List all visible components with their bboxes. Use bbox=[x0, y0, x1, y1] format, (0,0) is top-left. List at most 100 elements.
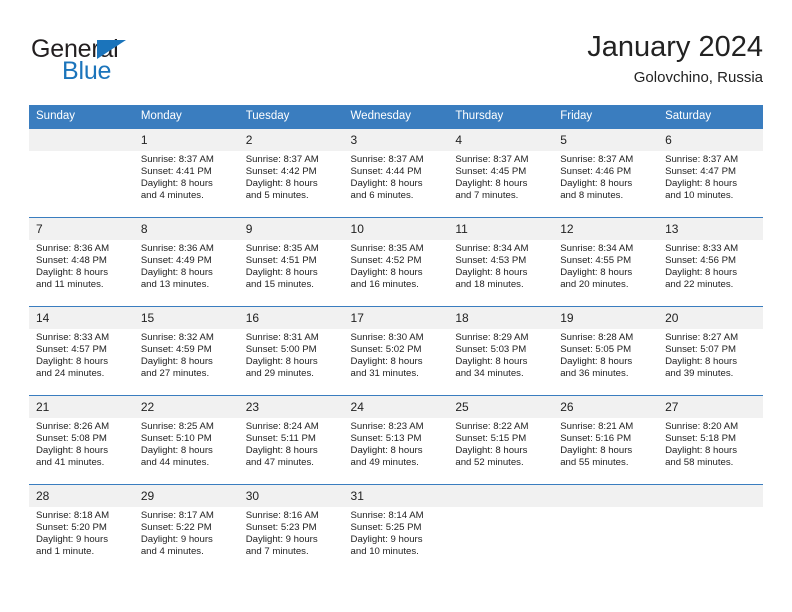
sunset-text: Sunset: 5:03 PM bbox=[455, 344, 527, 356]
general-blue-logo[interactable]: General Blue bbox=[31, 36, 201, 90]
daylight-text-line1: Daylight: 8 hours bbox=[245, 356, 318, 368]
day-number: 22 bbox=[133, 396, 239, 418]
day-number: 2 bbox=[238, 129, 344, 151]
sunset-text: Sunset: 4:57 PM bbox=[36, 344, 107, 356]
calendar-day[interactable]: 26 Sunrise: 8:21 AM Sunset: 5:16 PM Dayligh… bbox=[553, 395, 659, 484]
day-details bbox=[448, 507, 553, 510]
calendar-cell: 28 Sunrise: 8:18 AM Sunset: 5:20 PM Dayligh… bbox=[29, 484, 134, 573]
daylight-text-line1: Daylight: 8 hours bbox=[350, 356, 423, 368]
day-details: Sunrise: 8:20 AM Sunset: 5:18 PM Daylight:… bbox=[658, 418, 763, 469]
day-details: Sunrise: 8:32 AM Sunset: 4:59 PM Daylight:… bbox=[134, 329, 239, 380]
sunset-text: Sunset: 4:56 PM bbox=[665, 255, 736, 267]
daylight-text-line2: and 31 minutes. bbox=[350, 368, 419, 380]
daylight-text-line2: and 29 minutes. bbox=[245, 368, 314, 380]
calendar-cell: 17 Sunrise: 8:30 AM Sunset: 5:02 PM Dayligh… bbox=[343, 306, 449, 395]
day-number: 25 bbox=[448, 396, 554, 418]
calendar-day[interactable]: 5 Sunrise: 8:37 AM Sunset: 4:46 PM Daylight… bbox=[553, 128, 659, 217]
daylight-text-line2: and 1 minute. bbox=[36, 546, 95, 558]
calendar-day[interactable]: 17 Sunrise: 8:30 AM Sunset: 5:02 PM Dayligh… bbox=[343, 306, 449, 395]
sunrise-text: Sunrise: 8:26 AM bbox=[36, 421, 110, 432]
daylight-text-line2: and 11 minutes. bbox=[36, 279, 104, 291]
sunset-text: Sunset: 4:41 PM bbox=[140, 166, 212, 178]
day-number: 28 bbox=[29, 485, 134, 507]
calendar-day[interactable]: 1 Sunrise: 8:37 AM Sunset: 4:41 PM Daylight… bbox=[133, 128, 239, 217]
day-details: Sunrise: 8:27 AM Sunset: 5:07 PM Daylight:… bbox=[658, 329, 763, 380]
calendar-day[interactable]: 27 Sunrise: 8:20 AM Sunset: 5:18 PM Dayligh… bbox=[658, 395, 763, 484]
calendar-day[interactable]: 13 Sunrise: 8:33 AM Sunset: 4:56 PM Dayligh… bbox=[658, 217, 763, 306]
page-subtitle: Golovchino, Russia bbox=[633, 69, 763, 86]
calendar-day[interactable]: 11 Sunrise: 8:34 AM Sunset: 4:53 PM Dayligh… bbox=[448, 217, 554, 306]
calendar-day[interactable]: 16 Sunrise: 8:31 AM Sunset: 5:00 PM Dayligh… bbox=[238, 306, 344, 395]
daylight-text-line2: and 34 minutes. bbox=[455, 368, 524, 380]
weekday-header-friday: Friday bbox=[553, 105, 659, 128]
calendar-week-row: 1 Sunrise: 8:37 AM Sunset: 4:41 PM Daylight… bbox=[29, 128, 763, 217]
calendar-day[interactable]: 28 Sunrise: 8:18 AM Sunset: 5:20 PM Dayligh… bbox=[29, 484, 134, 573]
calendar-cell: 24 Sunrise: 8:23 AM Sunset: 5:13 PM Dayligh… bbox=[343, 395, 449, 484]
calendar-day[interactable]: 31 Sunrise: 8:14 AM Sunset: 5:25 PM Dayligh… bbox=[343, 484, 449, 573]
day-details: Sunrise: 8:29 AM Sunset: 5:03 PM Daylight:… bbox=[448, 329, 553, 380]
daylight-text-line2: and 13 minutes. bbox=[140, 279, 210, 291]
day-number: 7 bbox=[29, 218, 134, 240]
day-number: 19 bbox=[553, 307, 659, 329]
calendar-day[interactable]: 18 Sunrise: 8:29 AM Sunset: 5:03 PM Dayligh… bbox=[448, 306, 554, 395]
calendar-day[interactable]: 2 Sunrise: 8:37 AM Sunset: 4:42 PM Daylight… bbox=[238, 128, 344, 217]
calendar-week-row: 7 Sunrise: 8:36 AM Sunset: 4:48 PM Daylight… bbox=[29, 217, 763, 306]
calendar-day[interactable]: 21 Sunrise: 8:26 AM Sunset: 5:08 PM Dayligh… bbox=[29, 395, 134, 484]
calendar-day-empty bbox=[658, 484, 763, 573]
sunset-text: Sunset: 5:08 PM bbox=[36, 433, 107, 445]
calendar-cell: 18 Sunrise: 8:29 AM Sunset: 5:03 PM Dayligh… bbox=[448, 306, 554, 395]
daylight-text-line1: Daylight: 8 hours bbox=[350, 267, 423, 279]
calendar-cell: 6 Sunrise: 8:37 AM Sunset: 4:47 PM Daylight… bbox=[658, 128, 763, 217]
sunset-text: Sunset: 4:42 PM bbox=[245, 166, 317, 178]
calendar-cell bbox=[658, 484, 763, 573]
calendar-day[interactable]: 6 Sunrise: 8:37 AM Sunset: 4:47 PM Daylight… bbox=[658, 128, 763, 217]
calendar-day[interactable]: 23 Sunrise: 8:24 AM Sunset: 5:11 PM Dayligh… bbox=[238, 395, 344, 484]
calendar-day[interactable]: 12 Sunrise: 8:34 AM Sunset: 4:55 PM Dayligh… bbox=[553, 217, 659, 306]
daylight-text-line1: Daylight: 9 hours bbox=[350, 534, 423, 546]
day-details: Sunrise: 8:37 AM Sunset: 4:45 PM Daylight:… bbox=[448, 151, 553, 202]
calendar-day[interactable]: 19 Sunrise: 8:28 AM Sunset: 5:05 PM Dayligh… bbox=[553, 306, 659, 395]
calendar-cell: 26 Sunrise: 8:21 AM Sunset: 5:16 PM Dayligh… bbox=[553, 395, 659, 484]
daylight-text-line1: Daylight: 8 hours bbox=[245, 267, 318, 279]
calendar-day[interactable]: 8 Sunrise: 8:36 AM Sunset: 4:49 PM Daylight… bbox=[133, 217, 239, 306]
calendar-cell: 31 Sunrise: 8:14 AM Sunset: 5:25 PM Dayligh… bbox=[343, 484, 449, 573]
calendar-day[interactable]: 20 Sunrise: 8:27 AM Sunset: 5:07 PM Dayligh… bbox=[658, 306, 763, 395]
day-number: 18 bbox=[448, 307, 554, 329]
daylight-text-line2: and 10 minutes. bbox=[350, 546, 419, 558]
sunset-text: Sunset: 4:45 PM bbox=[455, 166, 527, 178]
daylight-text-line1: Daylight: 8 hours bbox=[36, 267, 108, 279]
calendar-day[interactable]: 10 Sunrise: 8:35 AM Sunset: 4:52 PM Dayligh… bbox=[343, 217, 449, 306]
calendar-day[interactable]: 22 Sunrise: 8:25 AM Sunset: 5:10 PM Dayligh… bbox=[133, 395, 239, 484]
calendar-day[interactable]: 15 Sunrise: 8:32 AM Sunset: 4:59 PM Dayligh… bbox=[133, 306, 239, 395]
day-number: 15 bbox=[133, 307, 239, 329]
day-details: Sunrise: 8:37 AM Sunset: 4:42 PM Daylight:… bbox=[239, 151, 344, 202]
sunset-text: Sunset: 5:15 PM bbox=[455, 433, 527, 445]
day-details bbox=[658, 507, 763, 510]
calendar-week-row: 14 Sunrise: 8:33 AM Sunset: 4:57 PM Dayligh… bbox=[29, 306, 763, 395]
day-details: Sunrise: 8:36 AM Sunset: 4:49 PM Daylight:… bbox=[134, 240, 239, 291]
calendar-day[interactable]: 4 Sunrise: 8:37 AM Sunset: 4:45 PM Daylight… bbox=[448, 128, 554, 217]
sunrise-text: Sunrise: 8:37 AM bbox=[665, 154, 739, 165]
calendar-day[interactable]: 9 Sunrise: 8:35 AM Sunset: 4:51 PM Daylight… bbox=[238, 217, 344, 306]
day-number: 9 bbox=[238, 218, 344, 240]
calendar-day[interactable]: 25 Sunrise: 8:22 AM Sunset: 5:15 PM Dayligh… bbox=[448, 395, 554, 484]
calendar-day[interactable]: 29 Sunrise: 8:17 AM Sunset: 5:22 PM Dayligh… bbox=[133, 484, 239, 573]
calendar-day[interactable]: 14 Sunrise: 8:33 AM Sunset: 4:57 PM Dayligh… bbox=[29, 306, 134, 395]
calendar-day[interactable]: 30 Sunrise: 8:16 AM Sunset: 5:23 PM Dayligh… bbox=[238, 484, 344, 573]
sunrise-text: Sunrise: 8:32 AM bbox=[140, 332, 214, 343]
day-number: 23 bbox=[238, 396, 344, 418]
calendar-day[interactable]: 7 Sunrise: 8:36 AM Sunset: 4:48 PM Daylight… bbox=[29, 217, 134, 306]
sunrise-text: Sunrise: 8:24 AM bbox=[245, 421, 319, 432]
calendar-day[interactable]: 24 Sunrise: 8:23 AM Sunset: 5:13 PM Dayligh… bbox=[343, 395, 449, 484]
daylight-text-line2: and 52 minutes. bbox=[455, 457, 524, 469]
calendar-cell: 29 Sunrise: 8:17 AM Sunset: 5:22 PM Dayligh… bbox=[133, 484, 239, 573]
daylight-text-line1: Daylight: 8 hours bbox=[560, 445, 633, 457]
calendar-day[interactable]: 3 Sunrise: 8:37 AM Sunset: 4:44 PM Daylight… bbox=[343, 128, 449, 217]
day-details: Sunrise: 8:37 AM Sunset: 4:44 PM Daylight:… bbox=[344, 151, 449, 202]
daylight-text-line2: and 27 minutes. bbox=[140, 368, 210, 380]
day-details: Sunrise: 8:35 AM Sunset: 4:51 PM Daylight:… bbox=[239, 240, 344, 291]
day-details: Sunrise: 8:21 AM Sunset: 5:16 PM Daylight:… bbox=[553, 418, 658, 469]
sunrise-text: Sunrise: 8:34 AM bbox=[560, 243, 634, 254]
daylight-text-line2: and 10 minutes. bbox=[665, 190, 734, 202]
calendar-cell: 19 Sunrise: 8:28 AM Sunset: 5:05 PM Dayligh… bbox=[553, 306, 659, 395]
